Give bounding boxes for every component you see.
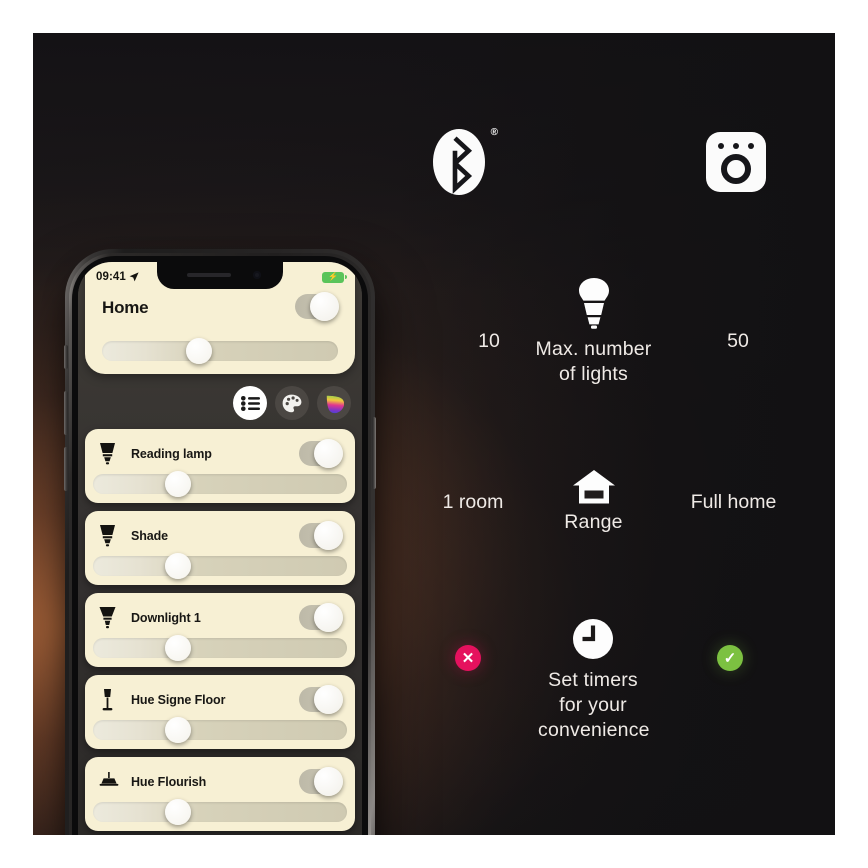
status-bar-time: 09:41 bbox=[96, 271, 126, 283]
status-bar: 09:41 ⚡ bbox=[78, 268, 362, 286]
floor-lamp-icon bbox=[98, 688, 120, 712]
phone-volume-down-button[interactable] bbox=[64, 447, 68, 491]
battery-charging-icon: ⚡ bbox=[322, 271, 347, 283]
list-icon bbox=[240, 395, 260, 411]
scene-canvas: ® Max. number of lights 10 50 Range 1 ro… bbox=[33, 33, 835, 835]
check-icon: ✓ bbox=[717, 645, 743, 671]
hue-bridge-badge bbox=[706, 132, 766, 192]
list-item[interactable]: Shade bbox=[85, 511, 355, 585]
house-icon bbox=[551, 469, 636, 507]
location-arrow-icon bbox=[129, 272, 139, 282]
phone-mute-switch[interactable] bbox=[64, 345, 68, 369]
max-lights-left-value: 10 bbox=[478, 330, 500, 352]
color-drop-icon bbox=[326, 395, 344, 414]
light-brightness-slider[interactable] bbox=[93, 717, 347, 743]
light-name: Hue Flourish bbox=[131, 775, 207, 789]
spot-bulb-icon bbox=[98, 442, 120, 466]
comparison-row-max-lights-center: Max. number of lights bbox=[526, 277, 661, 387]
ceiling-lamp-icon bbox=[98, 770, 120, 794]
home-brightness-slider[interactable] bbox=[102, 338, 338, 364]
tab-rooms[interactable] bbox=[233, 386, 267, 420]
slider-knob[interactable] bbox=[165, 471, 191, 497]
home-master-toggle[interactable] bbox=[295, 292, 339, 321]
light-toggle[interactable] bbox=[299, 767, 343, 796]
slider-knob[interactable] bbox=[186, 338, 212, 364]
downlight-icon bbox=[98, 606, 120, 630]
range-right-value: Full home bbox=[690, 491, 777, 513]
phone-power-button[interactable] bbox=[372, 417, 376, 489]
slider-knob[interactable] bbox=[165, 553, 191, 579]
tab-colors[interactable] bbox=[317, 386, 351, 420]
toggle-knob bbox=[314, 603, 343, 632]
comparison-label-timers: Set timers for your convenience bbox=[538, 668, 650, 743]
slider-knob[interactable] bbox=[165, 717, 191, 743]
cross-icon: ✕ bbox=[455, 645, 481, 671]
max-lights-right-value: 50 bbox=[727, 330, 749, 352]
toggle-knob bbox=[310, 292, 339, 321]
list-item[interactable]: Hue Signe Floor bbox=[85, 675, 355, 749]
palette-icon bbox=[282, 394, 302, 412]
label-line-1: Set timers bbox=[548, 669, 638, 691]
lightbulb-icon bbox=[526, 277, 661, 329]
timers-right-badge: ✓ bbox=[717, 645, 743, 671]
hue-bridge-icon bbox=[706, 132, 766, 192]
list-item[interactable]: Hue Flourish bbox=[85, 757, 355, 831]
bridge-dot-2 bbox=[733, 143, 739, 149]
tab-bar bbox=[233, 386, 351, 420]
toggle-knob bbox=[314, 767, 343, 796]
toggle-knob bbox=[314, 521, 343, 550]
light-toggle[interactable] bbox=[299, 521, 343, 550]
label-line-2: of lights bbox=[558, 362, 628, 385]
toggle-knob bbox=[314, 685, 343, 714]
status-bar-left: 09:41 bbox=[96, 271, 139, 283]
light-toggle[interactable] bbox=[299, 685, 343, 714]
comparison-row-range-center: Range bbox=[551, 469, 636, 535]
light-brightness-slider[interactable] bbox=[93, 471, 347, 497]
label-line-3: convenience bbox=[538, 718, 650, 741]
comparison-row-timers-center: Set timers for your convenience bbox=[538, 618, 650, 743]
light-brightness-slider[interactable] bbox=[93, 635, 347, 661]
charging-bolt: ⚡ bbox=[328, 272, 338, 281]
light-toggle[interactable] bbox=[299, 439, 343, 468]
slider-knob[interactable] bbox=[165, 635, 191, 661]
phone-mockup: Home 09:41 ⚡ Reading lamp Shade Downligh… bbox=[64, 249, 376, 835]
comparison-label-range: Range bbox=[564, 511, 623, 533]
spot-bulb-icon bbox=[98, 524, 120, 548]
label-line-1: Max. number bbox=[535, 338, 652, 360]
range-left-value: 1 room bbox=[442, 491, 504, 513]
light-name: Reading lamp bbox=[131, 447, 212, 461]
toggle-knob bbox=[314, 439, 343, 468]
light-brightness-slider[interactable] bbox=[93, 799, 347, 825]
slider-knob[interactable] bbox=[165, 799, 191, 825]
clock-icon bbox=[538, 618, 648, 660]
tab-scenes[interactable] bbox=[275, 386, 309, 420]
light-name: Shade bbox=[131, 529, 169, 543]
list-item[interactable]: Downlight 1 bbox=[85, 593, 355, 667]
bluetooth-badge: ® bbox=[433, 127, 498, 195]
phone-screen: Home 09:41 ⚡ Reading lamp Shade Downligh… bbox=[78, 262, 362, 835]
list-item[interactable]: Reading lamp bbox=[85, 429, 355, 503]
comparison-label-max-lights: Max. number of lights bbox=[526, 337, 661, 387]
light-name: Downlight 1 bbox=[131, 611, 201, 625]
lights-list: Reading lamp Shade Downlight 1 Hue Signe… bbox=[85, 429, 355, 835]
registered-mark: ® bbox=[490, 127, 498, 138]
bridge-dot-1 bbox=[718, 143, 724, 149]
page-title: Home bbox=[102, 298, 149, 317]
app-background: Home 09:41 ⚡ Reading lamp Shade Downligh… bbox=[78, 262, 362, 835]
light-toggle[interactable] bbox=[299, 603, 343, 632]
label-line-2: for your bbox=[559, 693, 627, 716]
light-brightness-slider[interactable] bbox=[93, 553, 347, 579]
bluetooth-icon: ® bbox=[433, 127, 498, 195]
timers-left-badge: ✕ bbox=[455, 645, 481, 671]
bridge-ring bbox=[721, 154, 751, 184]
phone-volume-up-button[interactable] bbox=[64, 391, 68, 435]
bridge-dot-3 bbox=[748, 143, 754, 149]
light-name: Hue Signe Floor bbox=[131, 693, 226, 707]
